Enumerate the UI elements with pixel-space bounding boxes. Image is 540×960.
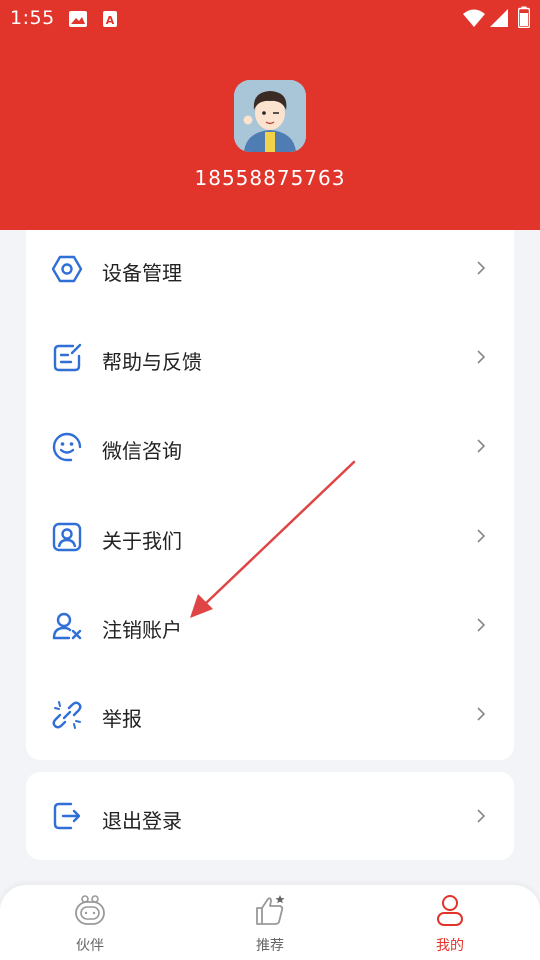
menu-item-label: 设备管理 [102,261,182,285]
feedback-edit-icon [53,343,82,372]
tab-label: 推荐 [256,938,284,954]
menu-item-label: 关于我们 [102,529,182,553]
menu-item-cancel-account[interactable]: 注销账户 [26,587,514,677]
app-a-icon: A [103,11,117,27]
wifi-icon [463,9,485,27]
user-card-icon [52,522,82,552]
logout-icon [53,802,81,830]
profile-phone: 18558875763 [194,166,346,190]
logout-label: 退出登录 [102,809,182,833]
svg-text:A: A [106,14,115,27]
menu-item-device-management[interactable]: 设备管理 [26,230,514,320]
avatar[interactable] [234,80,306,152]
menu-item-label: 注销账户 [102,618,182,642]
logout-button[interactable]: 退出登录 [26,772,514,862]
tab-recommend[interactable]: 推荐 [210,885,330,960]
bottom-tab-bar: 伙伴 推荐 我的 [0,885,540,960]
tab-label: 伙伴 [76,938,104,954]
chevron-right-icon [477,809,486,823]
status-time: 1:55 [10,7,55,29]
chevron-right-icon [477,350,486,364]
tab-partner[interactable]: 伙伴 [30,885,150,960]
tab-label: 我的 [436,938,464,954]
menu-item-label: 举报 [102,707,142,731]
person-icon [437,895,463,926]
robot-icon [75,895,105,925]
menu-item-report[interactable]: 举报 [26,676,514,766]
image-icon [69,11,87,27]
menu-item-help-feedback[interactable]: 帮助与反馈 [26,319,514,409]
chevron-right-icon [477,439,486,453]
user-remove-icon [52,612,82,640]
menu-item-label: 微信咨询 [102,439,182,463]
menu-card: 设备管理 帮助与反馈 微信咨询 关于我们 注销账户 举报 [26,230,514,760]
chevron-right-icon [477,707,486,721]
thumbs-up-icon [256,895,285,925]
chevron-right-icon [477,529,486,543]
status-bar: 1:55 A [0,0,540,36]
battery-icon [518,6,530,28]
smile-chat-icon [52,432,82,462]
menu-item-about-us[interactable]: 关于我们 [26,498,514,588]
hexagon-settings-icon [51,255,83,283]
profile-header: 1:55 A 18558875763 [0,0,540,230]
broken-link-icon [52,701,82,729]
signal-icon [490,9,508,27]
chevron-right-icon [477,618,486,632]
avatar-illustration [234,80,306,152]
logout-card: 退出登录 [26,772,514,860]
menu-item-label: 帮助与反馈 [102,350,202,374]
chevron-right-icon [477,261,486,275]
tab-mine[interactable]: 我的 [390,885,510,960]
menu-item-wechat-consult[interactable]: 微信咨询 [26,408,514,498]
